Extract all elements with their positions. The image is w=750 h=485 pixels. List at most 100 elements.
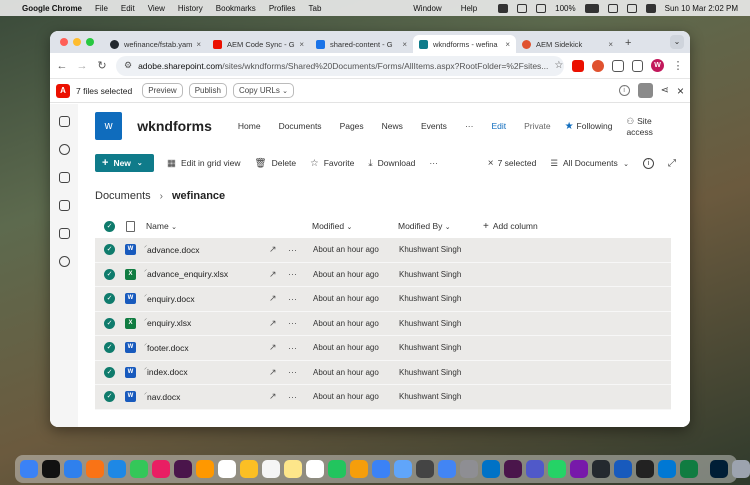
more-actions-icon[interactable]: ···: [288, 318, 313, 328]
notes-icon[interactable]: [240, 460, 258, 478]
add-circle-icon[interactable]: [58, 256, 70, 267]
info-pane-icon[interactable]: i: [643, 157, 654, 169]
expand-icon[interactable]: ⤢: [668, 158, 676, 169]
adobe-logo-icon[interactable]: A: [56, 83, 70, 98]
share-icon[interactable]: ⋖: [661, 85, 669, 96]
row-checkbox[interactable]: ✓: [104, 244, 115, 256]
bookmark-star-icon[interactable]: ☆: [554, 60, 563, 71]
close-tab-icon[interactable]: ×: [505, 40, 510, 49]
home-icon[interactable]: [58, 116, 70, 127]
menu-help[interactable]: Help: [461, 4, 477, 13]
address-bar[interactable]: ⚙ adobe.sharepoint.com/sites/wkndforms/S…: [116, 55, 564, 76]
file-icon[interactable]: [58, 200, 70, 211]
edit-grid-view-button[interactable]: ▦ Edit in grid view: [167, 158, 241, 169]
more-actions-icon[interactable]: ···: [288, 269, 313, 279]
table-row[interactable]: ✓ W ⸝ index.docx ↗ ··· About an hour ago Khushw…: [95, 360, 671, 385]
file-name[interactable]: ⸝ index.docx: [144, 365, 269, 377]
close-sidekick-icon[interactable]: ×: [677, 84, 684, 98]
outlook-icon[interactable]: [482, 460, 500, 478]
terminal-icon[interactable]: [636, 460, 654, 478]
firefox-icon[interactable]: [86, 460, 104, 478]
edit-nav-link[interactable]: Edit: [491, 121, 506, 131]
user-avatar[interactable]: [637, 83, 653, 98]
wifi-icon[interactable]: [607, 3, 618, 13]
site-info-icon[interactable]: ⚙: [124, 60, 132, 71]
browser-tab-shared-content[interactable]: shared-content - G ×: [310, 35, 413, 53]
keynote-icon[interactable]: [372, 460, 390, 478]
column-modified[interactable]: Modified ⌄: [312, 221, 398, 231]
site-logo[interactable]: w: [95, 112, 123, 140]
row-checkbox[interactable]: ✓: [104, 391, 115, 403]
chrome-menu-icon[interactable]: ⋮: [672, 59, 684, 72]
menu-file[interactable]: File: [95, 4, 108, 13]
spotlight-search-icon[interactable]: [626, 3, 637, 13]
github-icon[interactable]: [592, 460, 610, 478]
publish-button[interactable]: Publish: [188, 83, 227, 98]
control-center-icon[interactable]: [645, 3, 656, 13]
freeform-icon[interactable]: [306, 460, 324, 478]
following-button[interactable]: ★ Following: [565, 121, 613, 132]
profile-avatar[interactable]: W: [651, 59, 664, 72]
share-icon[interactable]: ↗: [269, 293, 288, 304]
adobe-extension-icon[interactable]: [572, 59, 584, 72]
more-actions-icon[interactable]: ···: [288, 294, 313, 304]
chat-status-icon[interactable]: [498, 3, 509, 13]
menu-tab[interactable]: Tab: [309, 4, 322, 13]
menu-bookmarks[interactable]: Bookmarks: [216, 4, 256, 13]
bluetooth-icon[interactable]: [536, 3, 547, 13]
tab-search-chevron-icon[interactable]: ⌄: [670, 35, 684, 49]
messages-icon[interactable]: [130, 460, 148, 478]
news-icon[interactable]: [58, 172, 70, 183]
menu-window[interactable]: Window: [413, 4, 441, 13]
view-switcher[interactable]: ☰ All Documents ⌄: [550, 158, 629, 169]
excel-icon[interactable]: [680, 460, 698, 478]
more-actions-icon[interactable]: ···: [288, 367, 313, 377]
row-checkbox[interactable]: ✓: [104, 293, 115, 305]
minimize-window-button[interactable]: [73, 38, 81, 46]
column-modified-by[interactable]: Modified By ⌄: [398, 221, 483, 231]
menu-profiles[interactable]: Profiles: [269, 4, 296, 13]
whatsapp-icon[interactable]: [548, 460, 566, 478]
delete-button[interactable]: 🗑 Delete: [255, 158, 297, 169]
calendar-icon[interactable]: [218, 460, 236, 478]
site-title[interactable]: wkndforms: [137, 118, 212, 134]
clear-selection-button[interactable]: × 7 selected: [488, 158, 537, 169]
file-name[interactable]: ⸝ footer.docx: [144, 341, 269, 353]
row-checkbox[interactable]: ✓: [104, 268, 115, 280]
lock-status-icon[interactable]: [517, 3, 528, 13]
system-settings-icon[interactable]: [460, 460, 478, 478]
share-icon[interactable]: ↗: [269, 391, 288, 402]
nav-home[interactable]: Home: [238, 121, 261, 131]
downloads-icon[interactable]: [732, 460, 750, 478]
chrome-icon[interactable]: [438, 460, 456, 478]
onenote-icon[interactable]: [570, 460, 588, 478]
nav-events[interactable]: Events: [421, 121, 447, 131]
notes-icon[interactable]: [284, 460, 302, 478]
site-access-button[interactable]: ⚇ Site access: [626, 116, 676, 137]
side-panel-icon[interactable]: [632, 59, 643, 72]
info-icon[interactable]: i: [618, 85, 630, 96]
table-row[interactable]: ✓ W ⸝ nav.docx ↗ ··· About an hour ago Khushwan…: [95, 385, 671, 410]
browser-tab-aem-code-sync[interactable]: AEM Code Sync - G ×: [207, 35, 310, 53]
menu-history[interactable]: History: [178, 4, 203, 13]
battery-icon[interactable]: [584, 3, 599, 13]
file-name[interactable]: ⸝ enquiry.docx: [144, 292, 269, 304]
file-name[interactable]: ⸝ advance_enquiry.xlsx: [144, 267, 269, 279]
globe-icon[interactable]: [58, 144, 70, 155]
tv-icon[interactable]: [42, 460, 60, 478]
file-name[interactable]: ⸝ nav.docx: [144, 390, 269, 402]
photoshop-icon[interactable]: [710, 460, 728, 478]
close-tab-icon[interactable]: ×: [402, 40, 407, 49]
share-icon[interactable]: ↗: [269, 318, 288, 329]
reminders-icon[interactable]: [262, 460, 280, 478]
row-checkbox[interactable]: ✓: [104, 342, 115, 354]
new-tab-button[interactable]: +: [619, 37, 637, 53]
close-tab-icon[interactable]: ×: [608, 40, 613, 49]
breadcrumb-documents[interactable]: Documents: [95, 190, 151, 202]
close-window-button[interactable]: [60, 38, 68, 46]
nav-documents[interactable]: Documents: [279, 121, 322, 131]
row-checkbox[interactable]: ✓: [104, 317, 115, 329]
preview-icon[interactable]: [394, 460, 412, 478]
table-row[interactable]: ✓ W ⸝ enquiry.docx ↗ ··· About an hour ago Khus…: [95, 287, 671, 312]
extensions-puzzle-icon[interactable]: [612, 59, 624, 72]
